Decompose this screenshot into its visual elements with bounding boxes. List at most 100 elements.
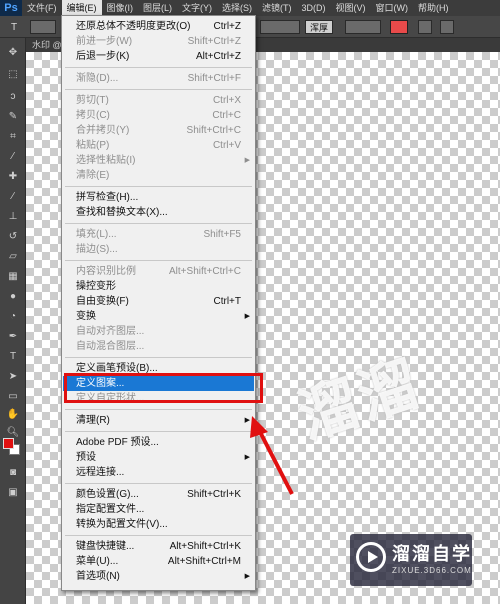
edit-menu-item[interactable]: 颜色设置(G)... Shift+Ctrl+K xyxy=(63,487,254,502)
hand-tool-icon[interactable]: ✋ xyxy=(5,408,21,420)
text-color-swatch[interactable] xyxy=(390,20,408,34)
menu-9[interactable]: 窗口(W) xyxy=(371,0,414,16)
type-tool-icon[interactable]: T xyxy=(5,350,21,362)
submenu-arrow-icon: ▶ xyxy=(244,157,250,164)
marquee-tool-icon[interactable]: ⬚ xyxy=(5,68,21,80)
antialias-select[interactable]: 浑厚 xyxy=(305,20,334,34)
edit-menu-item[interactable]: 自动对齐图层... xyxy=(63,324,254,339)
text-tool-icon[interactable]: T xyxy=(6,21,22,33)
menu-item-shortcut: Shift+F5 xyxy=(203,229,241,240)
menu-6[interactable]: 滤镜(T) xyxy=(257,0,297,16)
edit-menu-item[interactable]: Adobe PDF 预设... xyxy=(63,435,254,450)
gradient-tool-icon[interactable]: ▦ xyxy=(5,270,21,282)
edit-menu-item[interactable]: 拷贝(C) Ctrl+C xyxy=(63,108,254,123)
menu-item-label: 内容识别比例 xyxy=(76,266,136,277)
menu-item-label: 查找和替换文本(X)... xyxy=(76,207,168,218)
edit-menu-item[interactable]: 选择性粘贴(I) ▶ xyxy=(63,153,254,168)
menu-item-shortcut: Ctrl+Z xyxy=(213,21,242,32)
orientation-toggle[interactable] xyxy=(30,20,56,34)
edit-menu-item[interactable]: 清除(E) xyxy=(63,168,254,183)
edit-menu-item[interactable]: 首选项(N) ▶ xyxy=(63,569,254,584)
edit-menu-item[interactable]: 填充(L)... Shift+F5 xyxy=(63,227,254,242)
edit-menu-item[interactable]: 前进一步(W) Shift+Ctrl+Z xyxy=(63,34,254,49)
foreground-color-swatch[interactable] xyxy=(3,438,14,449)
edit-menu-item[interactable]: 键盘快捷键... Alt+Shift+Ctrl+K xyxy=(63,539,254,554)
blur-tool-icon[interactable]: ● xyxy=(5,290,21,302)
edit-menu-item[interactable]: 预设 ▶ xyxy=(63,450,254,465)
edit-menu-item[interactable]: 指定配置文件... xyxy=(63,502,254,517)
menu-item-label: 操控变形 xyxy=(76,281,116,292)
edit-menu-item[interactable]: 还原总体不透明度更改(O) Ctrl+Z xyxy=(63,19,254,34)
edit-menu-item[interactable]: 查找和替换文本(X)... xyxy=(63,205,254,220)
edit-menu-item[interactable]: 清理(R) ▶ xyxy=(63,413,254,428)
menu-3[interactable]: 图层(L) xyxy=(138,0,177,16)
menu-item-label: 清理(R) xyxy=(76,415,110,426)
edit-menu-item[interactable]: 拼写检查(H)... xyxy=(63,190,254,205)
menu-item-shortcut: Alt+Shift+Ctrl+C xyxy=(169,266,241,277)
edit-menu-item[interactable]: 自由变换(F) Ctrl+T xyxy=(63,294,254,309)
edit-menu-item[interactable]: 剪切(T) Ctrl+X xyxy=(63,93,254,108)
menu-item-shortcut: Ctrl+X xyxy=(212,95,241,106)
menu-separator xyxy=(65,357,252,358)
edit-menu-item[interactable]: 粘贴(P) Ctrl+V xyxy=(63,138,254,153)
quick-select-tool-icon[interactable]: ✎ xyxy=(5,110,21,122)
menu-7[interactable]: 3D(D) xyxy=(297,0,331,16)
menu-8[interactable]: 视图(V) xyxy=(331,0,371,16)
lasso-tool-icon[interactable]: ↄ xyxy=(5,90,21,102)
warp-text-button[interactable] xyxy=(418,20,432,34)
edit-menu-item[interactable]: 转换为配置文件(V)... xyxy=(63,517,254,532)
eyedropper-tool-icon[interactable]: ⁄ xyxy=(5,150,21,162)
crop-tool-icon[interactable]: ⌗ xyxy=(5,130,21,142)
menu-item-label: 粘贴(P) xyxy=(76,140,110,151)
menu-5[interactable]: 选择(S) xyxy=(217,0,257,16)
character-panel-button[interactable] xyxy=(440,20,454,34)
watermark-title: 溜溜自学 xyxy=(392,544,472,565)
font-size-field[interactable] xyxy=(260,20,300,34)
dodge-tool-icon[interactable]: ◔ xyxy=(5,310,21,322)
menu-item-label: 首选项(N) xyxy=(76,571,120,582)
menu-2[interactable]: 图像(I) xyxy=(102,0,139,16)
edit-menu-item[interactable]: 渐隐(D)... Shift+Ctrl+F xyxy=(63,71,254,86)
menu-0[interactable]: 文件(F) xyxy=(22,0,62,16)
menu-item-label: 选择性粘贴(I) xyxy=(76,155,136,166)
path-select-tool-icon[interactable]: ➤ xyxy=(5,370,21,382)
eraser-tool-icon[interactable]: ▱ xyxy=(5,250,21,262)
menu-10[interactable]: 帮助(H) xyxy=(413,0,454,16)
edit-menu-item[interactable]: 描边(S)... xyxy=(63,242,254,257)
shape-tool-icon[interactable]: ▭ xyxy=(5,390,21,402)
edit-menu-item[interactable]: 后退一步(K) Alt+Ctrl+Z xyxy=(63,49,254,64)
edit-menu-item[interactable]: 变换 ▶ xyxy=(63,309,254,324)
menu-bar: Ps 文件(F) 编辑(E) 图像(I) 图层(L) 文字(Y) 选择(S) 滤镜(T) 3D… xyxy=(0,0,500,16)
highlight-box xyxy=(64,373,263,403)
menu-item-label: 合并拷贝(Y) xyxy=(76,125,130,136)
move-tool-icon[interactable]: ✥ xyxy=(5,46,21,58)
edit-menu-item[interactable]: 自动混合图层... xyxy=(63,339,254,354)
pen-tool-icon[interactable]: ✒ xyxy=(5,330,21,342)
menu-item-label: 拼写检查(H)... xyxy=(76,192,139,203)
menu-1[interactable]: 编辑(E) xyxy=(61,0,102,16)
menu-item-label: 指定配置文件... xyxy=(76,504,145,515)
edit-menu-item[interactable]: 合并拷贝(Y) Shift+Ctrl+C xyxy=(63,123,254,138)
quick-mask-icon[interactable]: ◙ xyxy=(5,466,21,478)
menu-separator xyxy=(65,483,252,484)
menu-separator xyxy=(65,535,252,536)
edit-menu-item[interactable]: 远程连接... xyxy=(63,465,254,480)
menu-item-label: 剪切(T) xyxy=(76,95,109,106)
align-buttons[interactable] xyxy=(345,20,381,34)
menu-separator xyxy=(65,409,252,410)
document-title: 水印 @ xyxy=(32,40,62,50)
healing-tool-icon[interactable]: ✚ xyxy=(5,170,21,182)
edit-menu-dropdown: 还原总体不透明度更改(O) Ctrl+Z 前进一步(W) Shift+Ctrl+Z 后退… xyxy=(61,15,256,591)
edit-menu-item[interactable]: 内容识别比例 Alt+Shift+Ctrl+C xyxy=(63,264,254,279)
edit-menu-item[interactable]: 操控变形 xyxy=(63,279,254,294)
brush-tool-icon[interactable]: ∕ xyxy=(5,190,21,202)
site-watermark: 溜溜自学 ZIXUE.3D66.COM xyxy=(350,534,472,586)
menu-item-label: Adobe PDF 预设... xyxy=(76,437,159,448)
menu-4[interactable]: 文字(Y) xyxy=(177,0,217,16)
zoom-tool-icon[interactable]: 🔍︎ xyxy=(5,426,21,438)
stamp-tool-icon[interactable]: ⊥ xyxy=(5,210,21,222)
edit-menu-item[interactable]: 菜单(U)... Alt+Shift+Ctrl+M xyxy=(63,554,254,569)
menu-item-label: 后退一步(K) xyxy=(76,51,130,62)
screen-mode-icon[interactable]: ▣ xyxy=(5,486,21,498)
history-brush-tool-icon[interactable]: ↺ xyxy=(5,230,21,242)
